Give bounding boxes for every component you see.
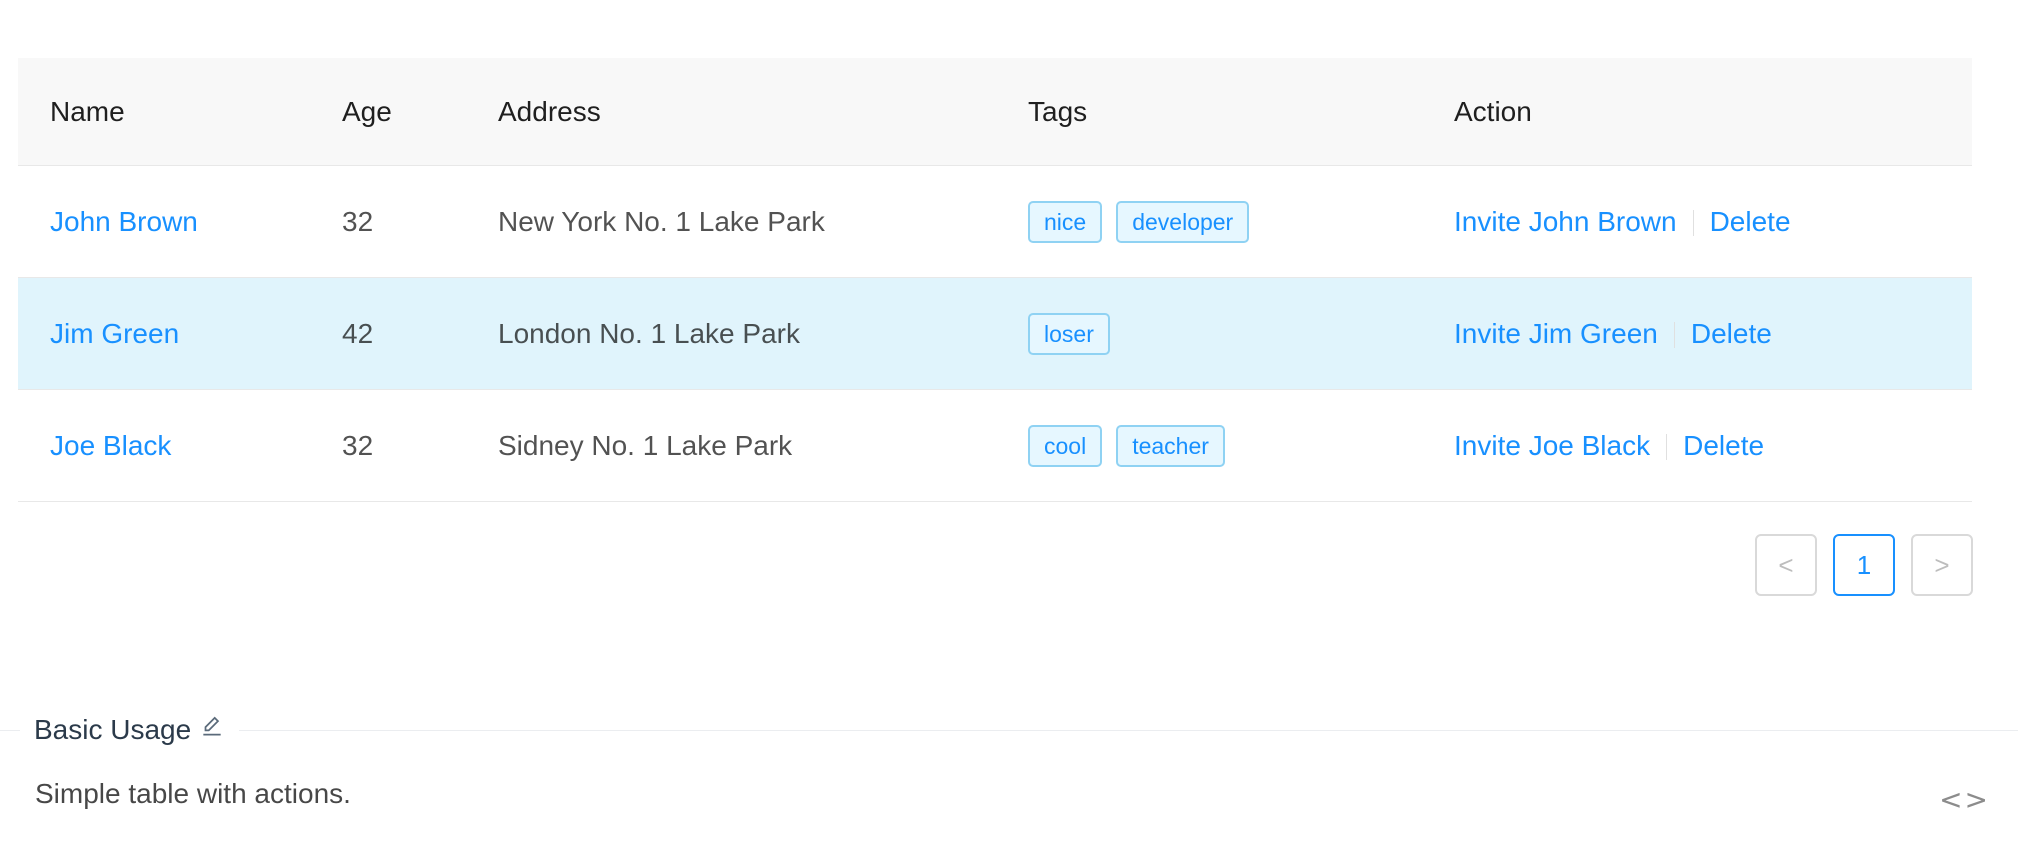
invite-link[interactable]: Invite Joe Black	[1454, 430, 1650, 461]
tag: cool	[1028, 424, 1103, 467]
delete-link[interactable]: Delete	[1683, 430, 1764, 461]
tag: loser	[1028, 312, 1110, 355]
tag: teacher	[1116, 424, 1225, 467]
tags-cell: nice developer	[996, 165, 1422, 278]
code-expand-icon[interactable]: <>	[1939, 783, 1990, 816]
invite-link[interactable]: Invite Jim Green	[1454, 318, 1658, 349]
name-link[interactable]: Joe Black	[50, 430, 171, 461]
table-header-row: Name Age Address Tags Action	[18, 58, 1972, 166]
tags-cell: cool teacher	[996, 389, 1422, 502]
name-link[interactable]: John Brown	[50, 206, 198, 237]
chevron-right-icon: >	[1934, 549, 1950, 580]
demo-title-text: Basic Usage	[34, 713, 192, 745]
age-cell: 32	[310, 165, 466, 278]
table-container: Name Age Address Tags Action John Brown …	[18, 58, 1972, 502]
chevron-left-icon: <	[1778, 549, 1794, 580]
next-page-button[interactable]: >	[1911, 534, 1973, 596]
page-1-button[interactable]: 1	[1833, 534, 1895, 596]
action-divider	[1666, 434, 1668, 461]
action-cell: Invite John Brown Delete	[1422, 165, 1972, 278]
address-cell: New York No. 1 Lake Park	[466, 165, 996, 278]
column-header-name: Name	[18, 58, 310, 166]
delete-link[interactable]: Delete	[1710, 206, 1791, 237]
column-header-action: Action	[1422, 58, 1972, 166]
age-cell: 32	[310, 389, 466, 502]
demo-divider	[0, 730, 2018, 731]
table-row: Jim Green 42 London No. 1 Lake Park lose…	[18, 277, 1972, 390]
address-cell: London No. 1 Lake Park	[466, 277, 996, 390]
action-divider	[1673, 322, 1675, 349]
tag: nice	[1028, 200, 1103, 243]
address-cell: Sidney No. 1 Lake Park	[466, 389, 996, 502]
age-cell: 42	[310, 277, 466, 390]
action-divider	[1692, 210, 1694, 237]
name-cell: Jim Green	[18, 277, 310, 390]
edit-icon[interactable]	[199, 713, 225, 746]
delete-link[interactable]: Delete	[1691, 318, 1772, 349]
name-cell: Joe Black	[18, 389, 310, 502]
table-row: John Brown 32 New York No. 1 Lake Park n…	[18, 165, 1972, 278]
column-header-address: Address	[466, 58, 996, 166]
pagination: < 1 >	[1755, 534, 1973, 596]
name-link[interactable]: Jim Green	[50, 318, 179, 349]
table-row: Joe Black 32 Sidney No. 1 Lake Park cool…	[18, 389, 1972, 502]
tag: developer	[1116, 200, 1250, 243]
data-table: Name Age Address Tags Action John Brown …	[18, 58, 1972, 502]
action-cell: Invite Joe Black Delete	[1422, 389, 1972, 502]
name-cell: John Brown	[18, 165, 310, 278]
action-cell: Invite Jim Green Delete	[1422, 277, 1972, 390]
demo-title: Basic Usage	[20, 713, 240, 746]
demo-description: Simple table with actions.	[35, 778, 351, 809]
invite-link[interactable]: Invite John Brown	[1454, 206, 1677, 237]
tags-cell: loser	[996, 277, 1422, 390]
prev-page-button[interactable]: <	[1755, 534, 1817, 596]
column-header-age: Age	[310, 58, 466, 166]
column-header-tags: Tags	[996, 58, 1422, 166]
